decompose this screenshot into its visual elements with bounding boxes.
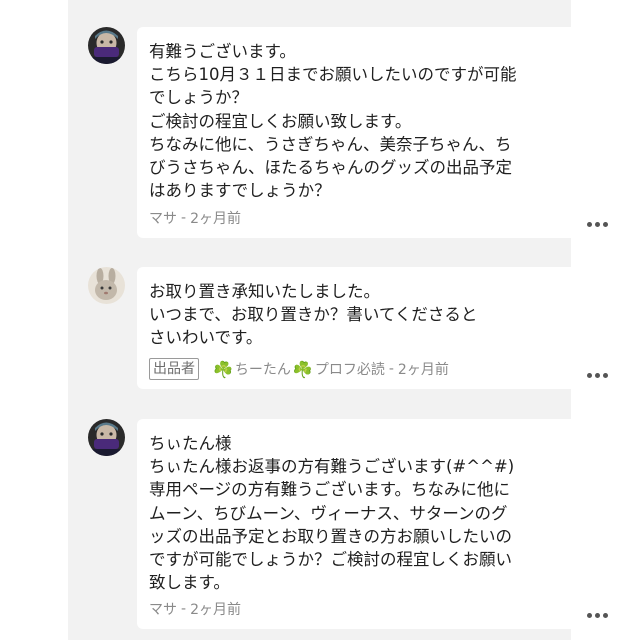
- author-name[interactable]: マサ: [149, 599, 177, 619]
- comment-line: はありますでしょうか？: [149, 181, 331, 201]
- more-dots-icon[interactable]: [587, 373, 608, 378]
- author-name[interactable]: マサ: [149, 208, 177, 228]
- comment-item: 有難うございます。 こちら10月３１日までお願いしたいのですが可能 でしょうか？…: [68, 27, 620, 238]
- comment-meta: マサ - 2ヶ月前: [149, 207, 608, 229]
- comment-bubble: お取り置き承知いたしました。 いつまで、お取り置きか？書いてくださると さいわい…: [137, 267, 620, 389]
- author-name[interactable]: ちーたん: [235, 359, 291, 379]
- comment-line: 致します。: [149, 573, 230, 593]
- more-dots-icon[interactable]: [587, 222, 608, 227]
- comment-line: ッズの出品予定とお取り置きの方お願いしたいの: [149, 526, 512, 546]
- masked-person-avatar-icon: [88, 27, 125, 64]
- author-suffix[interactable]: プロフ必読: [315, 359, 385, 379]
- comment-meta: 出品者 ☘️ ちーたん ☘️ プロフ必読 - 2ヶ月前: [149, 358, 608, 380]
- meta-separator: -: [181, 210, 187, 226]
- comment-line: ちなみに他に、うさぎちゃん、美奈子ちゃん、ち: [149, 134, 512, 154]
- comment-body: お取り置き承知いたしました。 いつまで、お取り置きか？書いてくださると さいわい…: [149, 280, 608, 350]
- seller-badge: 出品者: [149, 358, 199, 380]
- comment-line: こちら10月３１日までお願いしたいのですが可能: [149, 65, 517, 85]
- comment-line: いつまで、お取り置きか？書いてくださると: [149, 305, 478, 325]
- comment-line: 有難うございます。: [149, 42, 296, 61]
- comment-line: ですが可能でしょうか？ご検討の程宜しくお願い: [149, 550, 512, 570]
- meta-separator: -: [388, 361, 394, 377]
- comment-item: ちぃたん様 ちぃたん様お返事の方有難うございます(#^^#) 専用ページの方有難…: [68, 419, 620, 629]
- comment-line: さいわいです。: [149, 328, 263, 348]
- meta-separator: -: [181, 601, 187, 617]
- comment-line: ちぃたん様: [149, 434, 232, 453]
- more-dots-icon[interactable]: [587, 613, 608, 618]
- rabbit-avatar-icon: [88, 267, 125, 304]
- comment-line: 専用ページの方有難うございます。ちなみに他に: [149, 480, 511, 500]
- clover-icon: ☘️: [292, 359, 313, 379]
- user-avatar[interactable]: [88, 27, 125, 64]
- comment-line: でしょうか？: [149, 88, 248, 108]
- timestamp: 2ヶ月前: [190, 602, 241, 618]
- comment-item: お取り置き承知いたしました。 いつまで、お取り置きか？書いてくださると さいわい…: [68, 267, 620, 389]
- user-avatar[interactable]: [88, 267, 125, 304]
- comment-bubble: ちぃたん様 ちぃたん様お返事の方有難うございます(#^^#) 専用ページの方有難…: [137, 419, 620, 629]
- comment-bubble: 有難うございます。 こちら10月３１日までお願いしたいのですが可能 でしょうか？…: [137, 27, 620, 238]
- comment-line: ちぃたん様お返事の方有難うございます(#^^#): [149, 457, 515, 477]
- timestamp: 2ヶ月前: [397, 362, 449, 378]
- comment-line: びうさちゃん、ほたるちゃんのグッズの出品予定: [149, 158, 512, 178]
- comment-body: ちぃたん様 ちぃたん様お返事の方有難うございます(#^^#) 専用ページの方有難…: [149, 432, 608, 594]
- comment-body: 有難うございます。 こちら10月３１日までお願いしたいのですが可能 でしょうか？…: [149, 40, 608, 202]
- clover-icon: ☘️: [213, 359, 233, 379]
- comment-meta: マサ - 2ヶ月前: [149, 598, 608, 620]
- masked-person-avatar-icon: [88, 419, 125, 456]
- user-avatar[interactable]: [88, 419, 125, 456]
- comment-line: ご検討の程宜しくお願い致します。: [149, 111, 412, 131]
- comment-line: お取り置き承知いたしました。: [149, 282, 380, 301]
- comment-line: ムーン、ちびムーン、ヴィーナス、サターンのグ: [149, 503, 508, 523]
- timestamp: 2ヶ月前: [190, 211, 241, 227]
